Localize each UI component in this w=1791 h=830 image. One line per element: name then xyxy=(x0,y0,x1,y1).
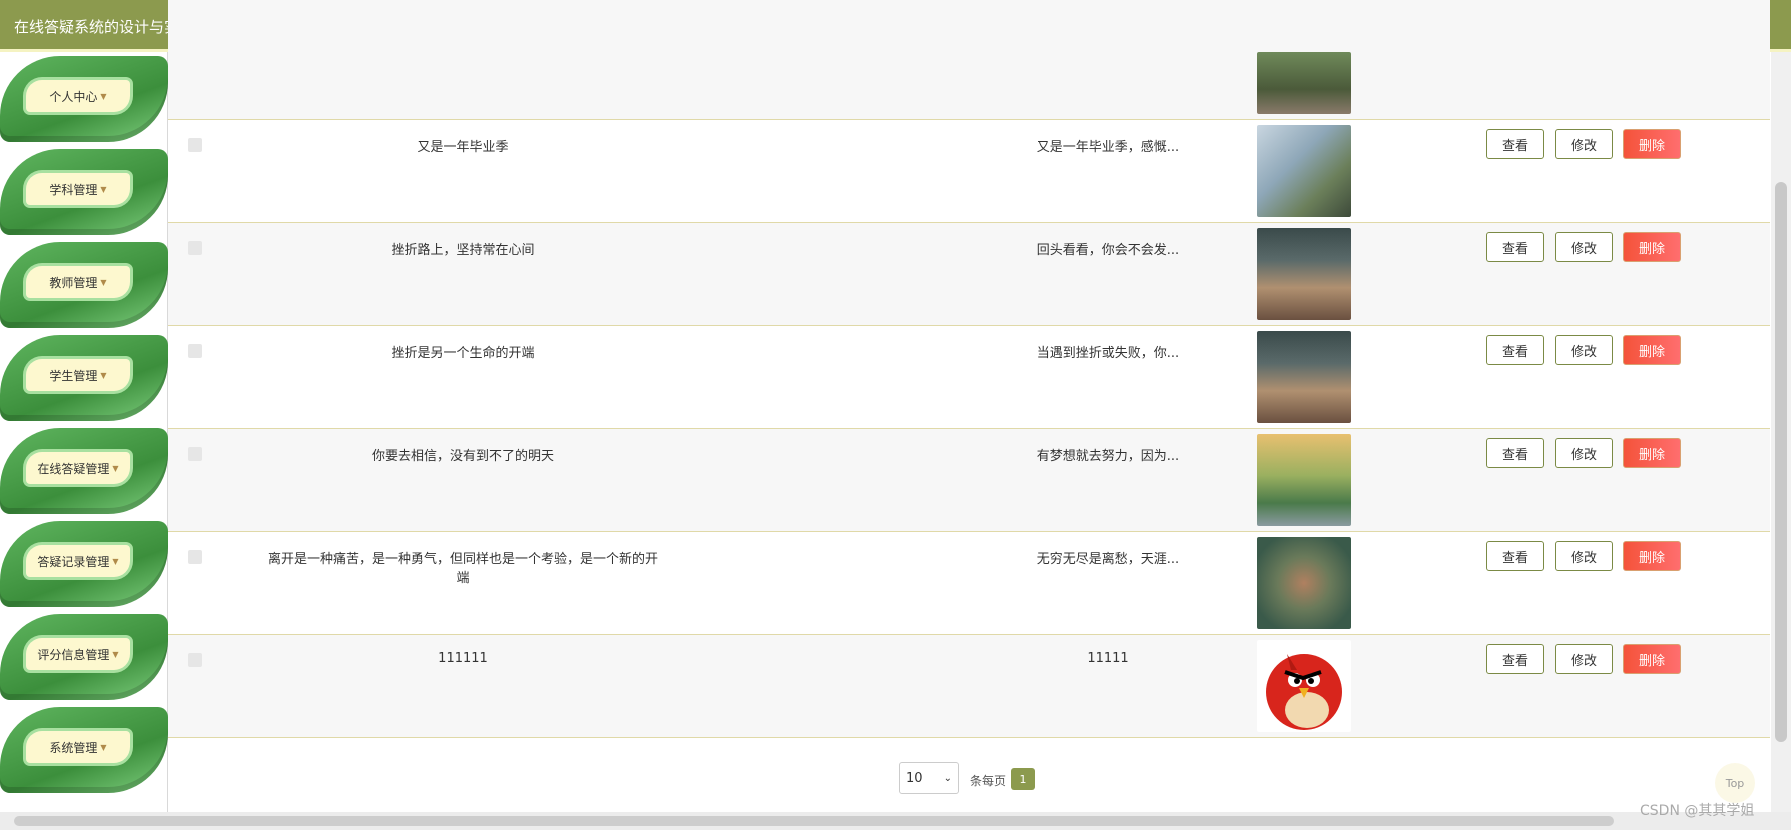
row-thumbnail[interactable] xyxy=(1257,228,1351,320)
row-checkbox[interactable] xyxy=(188,653,202,667)
pagination: 10 ⌄ 条每页 1 xyxy=(168,760,1770,800)
view-button[interactable]: 查看 xyxy=(1486,438,1544,468)
row-title: 挫折路上，坚持常在心间 xyxy=(391,243,535,258)
scrollbar-thumb[interactable] xyxy=(14,816,1614,826)
sidebar-item-pill[interactable]: 个人中心 ▼ xyxy=(26,80,130,112)
view-button[interactable]: 查看 xyxy=(1486,541,1544,571)
row-content: 有梦想就去努力，因为... xyxy=(1036,449,1180,464)
edit-button[interactable]: 修改 xyxy=(1555,129,1613,159)
row-title: 挫折是另一个生命的开端 xyxy=(391,346,535,361)
edit-button[interactable]: 修改 xyxy=(1555,644,1613,674)
row-checkbox[interactable] xyxy=(188,344,202,358)
delete-button[interactable]: 删除 xyxy=(1623,644,1681,674)
row-thumbnail[interactable] xyxy=(1257,125,1351,217)
delete-button[interactable]: 删除 xyxy=(1623,335,1681,365)
view-button[interactable]: 查看 xyxy=(1486,232,1544,262)
view-button[interactable]: 查看 xyxy=(1486,644,1544,674)
chevron-down-icon: ▼ xyxy=(100,370,107,380)
view-button[interactable]: 查看 xyxy=(1486,335,1544,365)
row-content: 当遇到挫折或失败，你... xyxy=(1036,346,1180,361)
row-checkbox[interactable] xyxy=(188,550,202,564)
chevron-down-icon: ▼ xyxy=(112,556,119,566)
row-checkbox[interactable] xyxy=(188,447,202,461)
sidebar-item-pill[interactable]: 评分信息管理 ▼ xyxy=(26,638,130,670)
row-thumbnail[interactable] xyxy=(1257,331,1351,423)
chevron-down-icon: ▼ xyxy=(100,277,107,287)
sidebar-item-pill[interactable]: 学生管理 ▼ xyxy=(26,359,130,391)
table-row: 挫折是另一个生命的开端 当遇到挫折或失败，你... 查看 修改 删除 xyxy=(168,326,1770,429)
row-title: 你要去相信，没有到不了的明天 xyxy=(371,449,554,464)
chevron-down-icon: ▼ xyxy=(100,742,107,752)
sidebar-item-rating-management[interactable]: 评分信息管理 ▼ xyxy=(0,610,168,702)
chevron-down-icon: ▼ xyxy=(112,463,119,473)
vertical-scrollbar[interactable] xyxy=(1771,52,1791,822)
row-title: 又是一年毕业季 xyxy=(417,140,509,155)
horizontal-scrollbar[interactable] xyxy=(0,812,1791,830)
table-row: 又是一年毕业季 又是一年毕业季，感慨... 查看 修改 删除 xyxy=(168,120,1770,223)
row-thumbnail[interactable] xyxy=(1257,52,1351,114)
sidebar-item-personal-center[interactable]: 个人中心 ▼ xyxy=(0,52,168,144)
chevron-down-icon: ▼ xyxy=(112,649,119,659)
chevron-down-icon: ▼ xyxy=(100,91,107,101)
sidebar-item-online-qa-management[interactable]: 在线答疑管理 ▼ xyxy=(0,424,168,516)
data-table: 又是一年毕业季 又是一年毕业季，感慨... 查看 修改 删除 挫折路上，坚持常在… xyxy=(168,0,1770,812)
row-thumbnail[interactable] xyxy=(1257,434,1351,526)
delete-button[interactable]: 删除 xyxy=(1623,541,1681,571)
page-size-select[interactable]: 10 ⌄ xyxy=(899,762,959,794)
row-content: 回头看看，你会不会发... xyxy=(1036,243,1180,258)
delete-button[interactable]: 删除 xyxy=(1623,129,1681,159)
table-row: 离开是一种痛苦，是一种勇气，但同样也是一个考验，是一个新的开端 无穷无尽是离愁，… xyxy=(168,532,1770,635)
row-thumbnail[interactable] xyxy=(1257,640,1351,732)
back-to-top-button[interactable]: Top xyxy=(1715,763,1755,803)
angry-bird-image xyxy=(1266,654,1342,730)
delete-button[interactable]: 删除 xyxy=(1623,232,1681,262)
scrollbar-thumb[interactable] xyxy=(1775,182,1787,742)
chevron-down-icon: ▼ xyxy=(100,184,107,194)
table-row xyxy=(168,0,1770,120)
edit-button[interactable]: 修改 xyxy=(1555,335,1613,365)
row-content: 又是一年毕业季，感慨... xyxy=(1036,140,1180,155)
view-button[interactable]: 查看 xyxy=(1486,129,1544,159)
row-title: 离开是一种痛苦，是一种勇气，但同样也是一个考验，是一个新的开端 xyxy=(268,552,659,586)
page-number-current[interactable]: 1 xyxy=(1011,768,1035,790)
row-title: 111111 xyxy=(438,651,488,666)
edit-button[interactable]: 修改 xyxy=(1555,541,1613,571)
sidebar-item-pill[interactable]: 学科管理 ▼ xyxy=(26,173,130,205)
sidebar-item-pill[interactable]: 答疑记录管理 ▼ xyxy=(26,545,130,577)
table-row: 挫折路上，坚持常在心间 回头看看，你会不会发... 查看 修改 删除 xyxy=(168,223,1770,326)
chevron-down-icon: ⌄ xyxy=(943,772,952,784)
sidebar-item-pill[interactable]: 系统管理 ▼ xyxy=(26,731,130,763)
table-row: 111111 11111 查看 修改 删除 xyxy=(168,635,1770,738)
sidebar-item-student-management[interactable]: 学生管理 ▼ xyxy=(0,331,168,423)
row-content: 无穷无尽是离愁，天涯... xyxy=(1036,552,1180,567)
sidebar-item-pill[interactable]: 在线答疑管理 ▼ xyxy=(26,452,130,484)
row-thumbnail[interactable] xyxy=(1257,537,1351,629)
edit-button[interactable]: 修改 xyxy=(1555,232,1613,262)
watermark: CSDN @其其学姐 xyxy=(1640,803,1755,819)
sidebar-item-qa-record-management[interactable]: 答疑记录管理 ▼ xyxy=(0,517,168,609)
row-checkbox[interactable] xyxy=(188,241,202,255)
sidebar-item-subject-management[interactable]: 学科管理 ▼ xyxy=(0,145,168,237)
delete-button[interactable]: 删除 xyxy=(1623,438,1681,468)
sidebar: 个人中心 ▼ 学科管理 ▼ 教师管理 ▼ 学生管理 ▼ 在线答疑管理 ▼ 答疑记录管理 ▼ … xyxy=(0,52,168,812)
app-title: 在线答疑系统的设计与实现 xyxy=(14,18,195,36)
per-page-label: 条每页 xyxy=(970,774,1007,788)
row-content: 11111 xyxy=(1087,651,1129,666)
sidebar-item-system-management[interactable]: 系统管理 ▼ xyxy=(0,703,168,795)
row-checkbox[interactable] xyxy=(188,138,202,152)
sidebar-item-pill[interactable]: 教师管理 ▼ xyxy=(26,266,130,298)
sidebar-item-teacher-management[interactable]: 教师管理 ▼ xyxy=(0,238,168,330)
table-row: 你要去相信，没有到不了的明天 有梦想就去努力，因为... 查看 修改 删除 xyxy=(168,429,1770,532)
edit-button[interactable]: 修改 xyxy=(1555,438,1613,468)
